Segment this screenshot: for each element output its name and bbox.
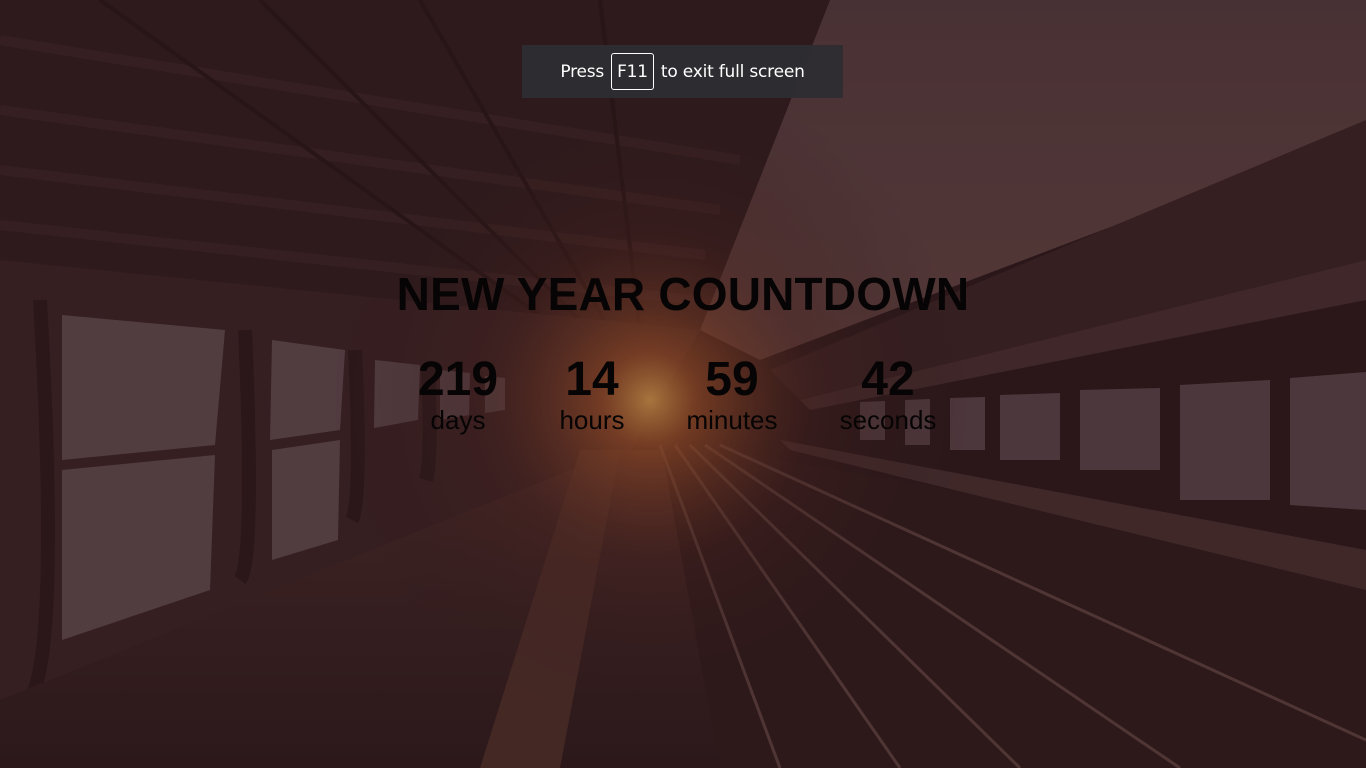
countdown-units: 219 days 14 hours 59 minutes 42 seconds (0, 352, 1366, 435)
countdown-seconds: 42 seconds (803, 352, 973, 435)
fullscreen-notice-suffix: to exit full screen (660, 61, 805, 82)
countdown-days: 219 days (393, 352, 523, 435)
countdown-hours: 14 hours (523, 352, 661, 435)
hours-label: hours (559, 405, 625, 435)
seconds-label: seconds (839, 405, 937, 435)
fullscreen-notice: Press F11 to exit full screen (522, 45, 843, 98)
countdown-title: NEW YEAR COUNTDOWN (396, 268, 970, 320)
minutes-label: minutes (686, 405, 778, 435)
days-value: 219 (417, 353, 499, 406)
f11-key: F11 (611, 53, 654, 90)
hours-value: 14 (565, 353, 619, 406)
days-label: days (430, 405, 486, 435)
countdown: NEW YEAR COUNTDOWN 219 days 14 hours 59 … (0, 268, 1366, 435)
countdown-minutes: 59 minutes (661, 352, 803, 435)
seconds-value: 42 (861, 353, 915, 406)
minutes-value: 59 (705, 353, 759, 406)
fullscreen-notice-prefix: Press (560, 61, 605, 82)
